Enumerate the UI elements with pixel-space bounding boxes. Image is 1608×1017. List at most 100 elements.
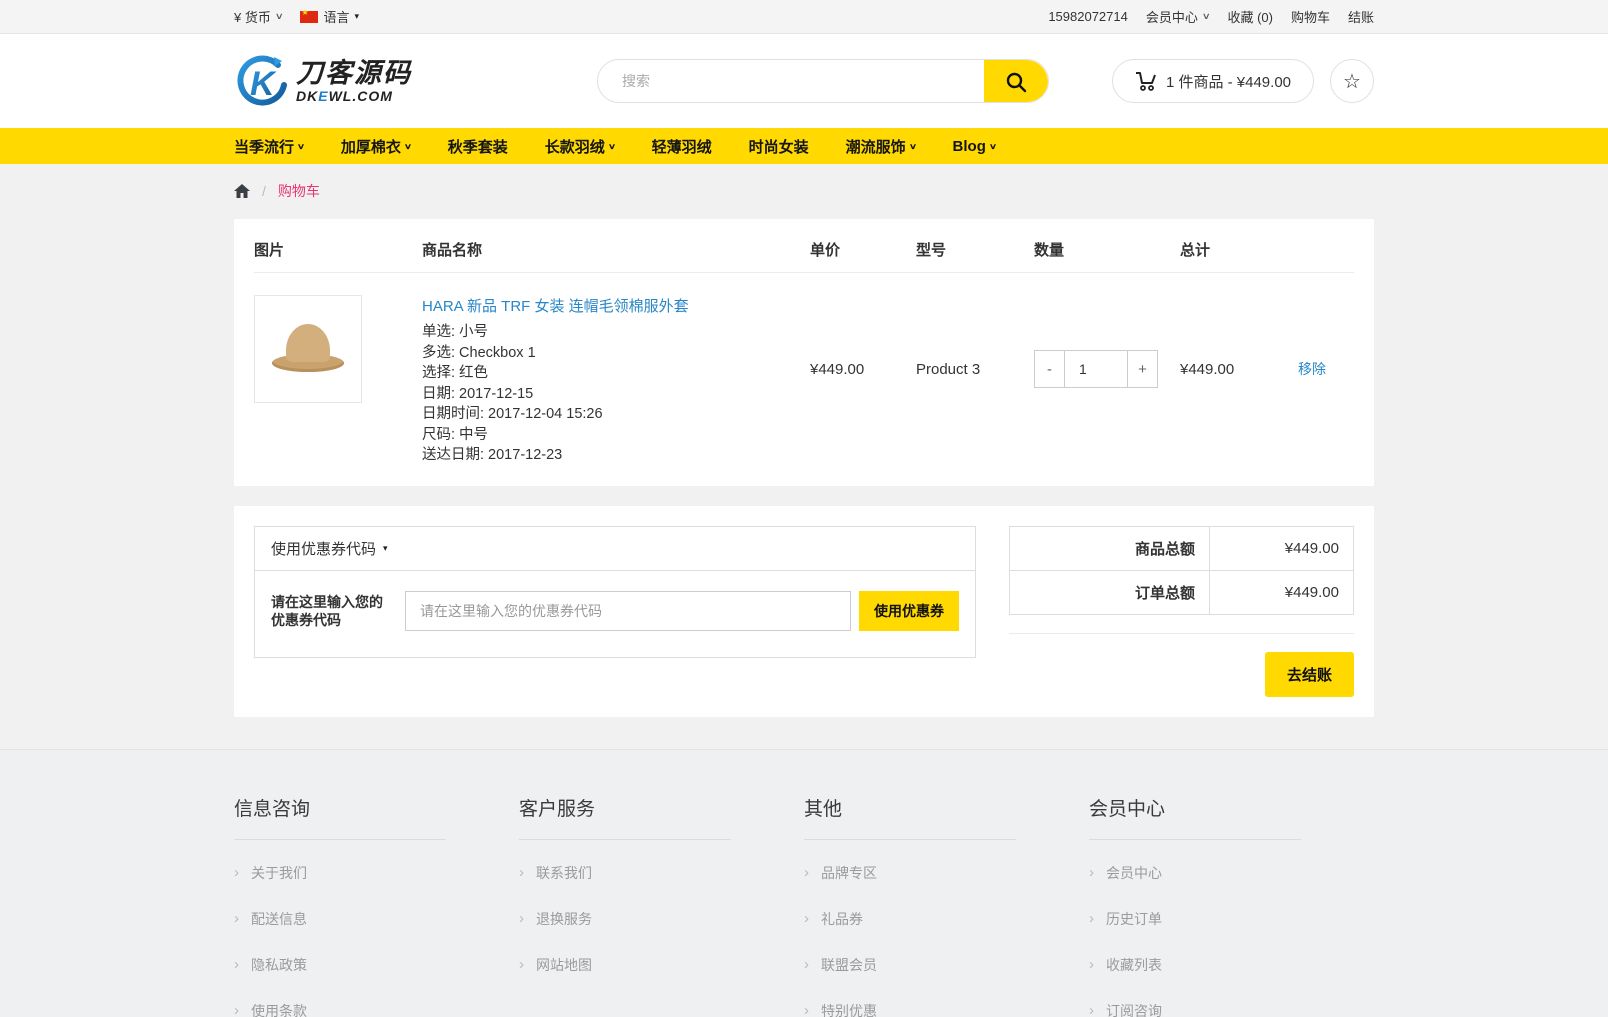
logo-sub-part-e: E	[318, 88, 328, 104]
footer-link-affiliates[interactable]: 联盟会员	[821, 955, 877, 975]
subtotal-value: ¥449.00	[1210, 526, 1354, 570]
col-header-total: 总计	[1180, 239, 1298, 273]
home-icon[interactable]	[234, 184, 250, 199]
coupon-accordion-toggle[interactable]: 使用优惠券代码 ▾	[255, 527, 975, 571]
svg-text:K: K	[250, 65, 277, 103]
footer-link-item: ›联盟会员	[804, 942, 1089, 988]
footer-col-service: 客户服务 ›联系我们 ›退换服务 ›网站地图	[519, 794, 804, 1017]
option-delivery-date: 送达日期: 2017-12-23	[422, 445, 810, 466]
line-total-value: ¥449.00	[1180, 361, 1298, 378]
footer-link-privacy[interactable]: 隐私政策	[251, 955, 307, 975]
chevron-down-icon: ∨	[909, 142, 917, 151]
remove-item-link[interactable]: 移除	[1298, 361, 1326, 377]
col-header-quantity: 数量	[1034, 239, 1180, 273]
caret-down-icon: ▾	[383, 543, 388, 554]
nav-item-long-down[interactable]: 长款羽绒 ∨	[545, 136, 615, 157]
currency-selector[interactable]: ¥ 货币 ∨	[234, 7, 282, 26]
footer-title: 信息咨询	[234, 794, 446, 840]
footer-link-item: › 隐私政策	[234, 942, 519, 988]
nav-label: Blog	[953, 138, 986, 155]
chevron-right-icon: ›	[1089, 864, 1094, 881]
nav-label: 当季流行	[234, 136, 294, 157]
chevron-right-icon: ›	[804, 1002, 809, 1017]
quantity-input[interactable]	[1065, 350, 1127, 388]
chevron-right-icon: ›	[804, 910, 809, 927]
order-totals: 商品总额 ¥449.00 订单总额 ¥449.00 去结账	[1009, 526, 1354, 697]
footer-link-newsletter[interactable]: 订阅咨询	[1106, 1001, 1162, 1017]
nav-label: 长款羽绒	[545, 136, 605, 157]
coupon-box: 使用优惠券代码 ▾ 请在这里输入您的优惠券代码 使用优惠券	[254, 526, 976, 658]
col-header-actions	[1298, 239, 1354, 273]
chevron-right-icon: ›	[519, 956, 524, 973]
chevron-right-icon: ›	[234, 956, 239, 973]
breadcrumb: / 购物车	[0, 164, 1608, 219]
footer-link-item: › 品牌专区	[804, 850, 1089, 896]
option-date: 日期: 2017-12-15	[422, 384, 810, 405]
member-center-menu[interactable]: 会员中心 ∨	[1146, 7, 1210, 26]
footer-link-sitemap[interactable]: 网站地图	[536, 955, 592, 975]
straw-hat-image	[272, 324, 344, 374]
chevron-right-icon: ›	[1089, 910, 1094, 927]
nav-item-trendy-apparel[interactable]: 潮流服饰 ∨	[846, 136, 916, 157]
logo-sub-part1: DK	[296, 88, 318, 104]
language-selector[interactable]: 语言 ▾	[300, 7, 359, 26]
wishlist-link[interactable]: 收藏 (0)	[1227, 7, 1273, 26]
cart-link[interactable]: 购物车	[1291, 7, 1330, 26]
product-name-link[interactable]: HARA 新品 TRF 女装 连帽毛领棉服外套	[422, 295, 689, 316]
nav-item-autumn-sets[interactable]: 秋季套装	[448, 136, 508, 157]
footer-link-terms[interactable]: 使用条款	[251, 1001, 307, 1017]
option-datetime: 日期时间: 2017-12-04 15:26	[422, 404, 810, 425]
site-logo[interactable]: K 刀客源码 DKEWL.COM	[234, 55, 534, 107]
footer-link-item: ›配送信息	[234, 896, 519, 942]
nav-item-seasonal[interactable]: 当季流行 ∨	[234, 136, 304, 157]
apply-coupon-button[interactable]: 使用优惠券	[859, 591, 959, 631]
chevron-right-icon: ›	[804, 864, 809, 881]
footer-link-item: › 历史订单	[1089, 896, 1374, 942]
nav-label: 潮流服饰	[846, 136, 906, 157]
product-thumbnail[interactable]	[254, 295, 362, 403]
search-button[interactable]	[984, 60, 1048, 103]
chevron-down-icon: ∨	[989, 142, 997, 151]
order-total-label: 订单总额	[1010, 570, 1210, 614]
member-center-label: 会员中心	[1146, 7, 1198, 26]
breadcrumb-separator: /	[262, 183, 266, 199]
footer-link-brands[interactable]: 品牌专区	[821, 863, 877, 883]
nav-item-padded-coats[interactable]: 加厚棉衣 ∨	[341, 136, 411, 157]
site-footer: 信息咨询 ›关于我们 ›配送信息 ›隐私政策 ›使用条款 客户服务 ›联系我们 …	[0, 749, 1608, 1017]
checkout-link[interactable]: 结账	[1348, 7, 1374, 26]
nav-item-light-down[interactable]: 轻薄羽绒	[652, 136, 712, 157]
order-total-value: ¥449.00	[1210, 570, 1354, 614]
option-select: 选择: 红色	[422, 363, 810, 384]
footer-link-delivery[interactable]: 配送信息	[251, 909, 307, 929]
footer-link-wishlist[interactable]: 收藏列表	[1106, 955, 1162, 975]
quantity-increase-button[interactable]: +	[1127, 350, 1158, 388]
nav-label: 轻薄羽绒	[652, 136, 712, 157]
coupon-code-input[interactable]	[405, 591, 851, 631]
breadcrumb-current[interactable]: 购物车	[278, 181, 320, 201]
footer-link-giftcards[interactable]: 礼品券	[821, 909, 863, 929]
footer-link-order-history[interactable]: 历史订单	[1106, 909, 1162, 929]
footer-link-contact[interactable]: 联系我们	[536, 863, 592, 883]
footer-title: 客户服务	[519, 794, 731, 840]
wishlist-star-button[interactable]: ☆	[1330, 59, 1374, 103]
option-checkbox: 多选: Checkbox 1	[422, 343, 810, 364]
footer-link-about[interactable]: 关于我们	[251, 863, 307, 883]
footer-link-specials[interactable]: 特别优惠	[821, 1001, 877, 1017]
chevron-down-icon: ∨	[1202, 11, 1211, 22]
footer-title: 会员中心	[1089, 794, 1301, 840]
nav-item-blog[interactable]: Blog ∨	[953, 138, 996, 155]
col-header-model: 型号	[916, 239, 1034, 273]
nav-item-fashion-women[interactable]: 时尚女装	[749, 136, 809, 157]
footer-link-account[interactable]: 会员中心	[1106, 863, 1162, 883]
chevron-down-icon: ∨	[297, 142, 305, 151]
footer-link-item: ›收藏列表	[1089, 942, 1374, 988]
chevron-right-icon: ›	[519, 910, 524, 927]
search-input[interactable]	[598, 60, 984, 102]
quantity-decrease-button[interactable]: -	[1034, 350, 1065, 388]
cart-summary-button[interactable]: 1 件商品 - ¥449.00	[1112, 59, 1314, 103]
chevron-down-icon: ∨	[275, 11, 284, 22]
footer-link-item: ›关于我们	[234, 850, 519, 896]
cart-summary-text: 1 件商品 - ¥449.00	[1166, 71, 1291, 92]
checkout-button[interactable]: 去结账	[1265, 652, 1354, 697]
footer-link-returns[interactable]: 退换服务	[536, 909, 592, 929]
